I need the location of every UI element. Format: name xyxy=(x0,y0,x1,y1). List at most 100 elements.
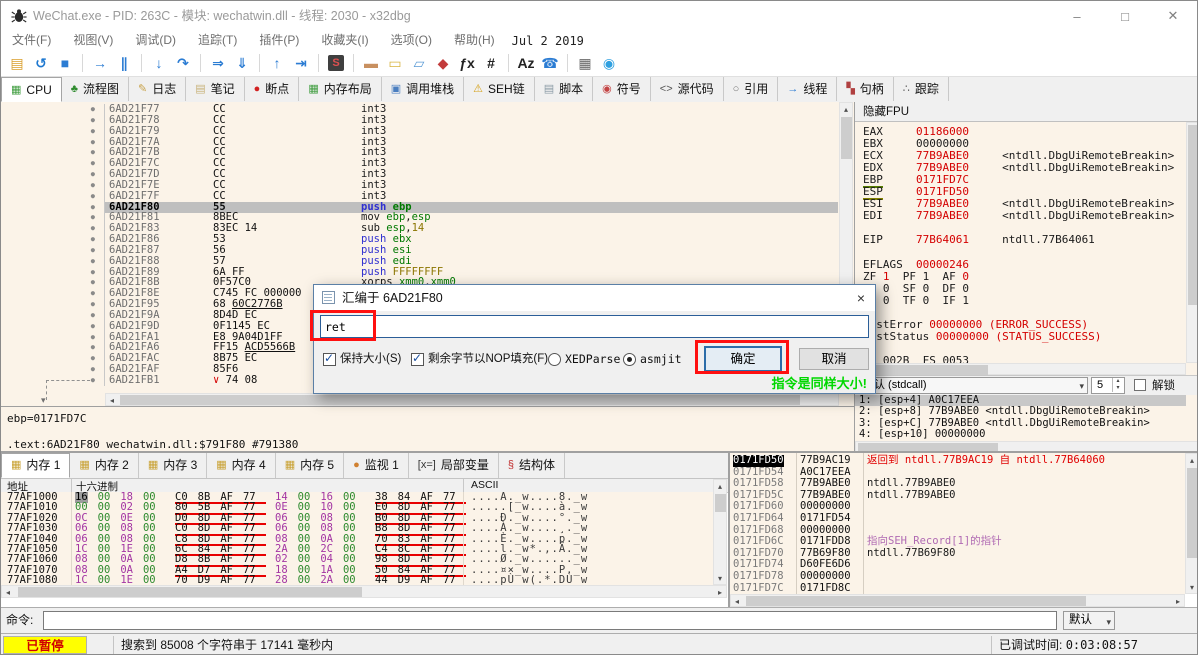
register-line[interactable]: EDI 77B9ABE0 <ntdll.DbgUiRemoteBreakin> xyxy=(863,210,1185,222)
stack-row[interactable]: 0171FD5877B9ABE0ntdll.77B9ABE0 xyxy=(730,478,1185,490)
menu-plugins[interactable]: 插件(P) xyxy=(248,31,310,50)
xedparse-radio[interactable] xyxy=(548,353,561,366)
restart-icon[interactable]: ↺ xyxy=(31,53,51,73)
argument-line[interactable]: 4: [esp+10] 00000000 xyxy=(855,429,1186,440)
unlock-checkbox[interactable] xyxy=(1134,379,1146,391)
stack-row[interactable]: 0171FD5C77B9ABE0ntdll.77B9ABE0 xyxy=(730,490,1185,502)
pause-icon[interactable]: ∥ xyxy=(114,53,134,73)
scroll-down-arrow[interactable]: ▾ xyxy=(714,572,726,584)
breakpoint-dot[interactable]: ● xyxy=(1,223,105,234)
dump-bytes-group[interactable]: 28002A00 xyxy=(275,575,366,585)
stack-row[interactable]: 0171FD74D60FE6D6 xyxy=(730,559,1185,571)
scrollbar-thumb[interactable] xyxy=(18,587,362,597)
tab-graph[interactable]: ♣流程图 xyxy=(62,77,129,101)
menu-view[interactable]: 视图(V) xyxy=(62,31,124,50)
breakpoint-dot[interactable]: ● xyxy=(1,147,105,158)
tab-script[interactable]: ▤脚本 xyxy=(535,77,593,101)
menu-trace[interactable]: 追踪(T) xyxy=(187,31,248,50)
scroll-left-arrow[interactable]: ◂ xyxy=(731,595,743,607)
scroll-up-arrow[interactable]: ▴ xyxy=(1186,454,1198,466)
breakpoint-dot[interactable]: ● xyxy=(1,364,105,375)
register-line[interactable]: CF 0 TF 0 IF 1 xyxy=(863,295,1185,307)
menu-debug[interactable]: 调试(D) xyxy=(124,31,187,50)
menu-favourites[interactable]: 收藏夹(I) xyxy=(310,31,379,50)
tab-locals[interactable]: [x=]局部变量 xyxy=(409,453,499,478)
stack-horizontal-scrollbar[interactable]: ◂ ▸ xyxy=(730,594,1185,607)
tab-breakpoints[interactable]: ●断点 xyxy=(245,77,300,101)
breakpoint-dot[interactable]: ● xyxy=(1,104,105,115)
dump-row[interactable]: 77AF10801C001E0070D9AF7728002A0044D9AF77… xyxy=(1,575,713,585)
scroll-right-arrow[interactable]: ▸ xyxy=(1172,595,1184,607)
run-to-cursor-icon[interactable]: ⇒ xyxy=(208,53,228,73)
labels-icon[interactable]: ▱ xyxy=(409,53,429,73)
calling-convention-select[interactable]: 默认 (stdcall) ▾ xyxy=(858,377,1088,394)
menu-file[interactable]: 文件(F) xyxy=(1,31,62,50)
dump-bytes-group[interactable]: 1C001E00 xyxy=(75,575,166,585)
comments-icon[interactable]: ▭ xyxy=(385,53,405,73)
stack-row[interactable]: 0171FD54A0C17EEA xyxy=(730,467,1185,479)
attach-icon[interactable]: ☎ xyxy=(540,53,560,73)
dialog-close-icon[interactable]: × xyxy=(857,285,865,311)
scroll-up-arrow[interactable]: ▴ xyxy=(714,480,726,492)
tab-dump-2[interactable]: ▦内存 2 xyxy=(70,453,138,478)
breakpoint-dot[interactable]: ● xyxy=(1,180,105,191)
breakpoint-dot[interactable]: ● xyxy=(1,321,105,332)
breakpoint-dot[interactable]: ● xyxy=(1,115,105,126)
tab-dump-3[interactable]: ▦内存 3 xyxy=(139,453,207,478)
breakpoint-dot[interactable]: ● xyxy=(1,158,105,169)
maximize-button[interactable]: □ xyxy=(1101,1,1149,31)
step-out-icon[interactable]: ↑ xyxy=(267,53,287,73)
tab-dump-1[interactable]: ▦内存 1 xyxy=(1,453,70,478)
disasm-horizontal-scrollbar[interactable]: ◂ xyxy=(105,393,839,406)
tab-source[interactable]: <>源代码 xyxy=(651,77,724,101)
scrollbar-thumb[interactable] xyxy=(858,365,988,375)
breakpoint-dot[interactable]: ● xyxy=(1,267,105,278)
stepper-arrows-icon[interactable]: ▴▾ xyxy=(1112,378,1123,392)
stack-row[interactable]: 0171FD6C0171FDD8指向SEH_Record[1]的指针 xyxy=(730,536,1185,548)
registers-horizontal-scrollbar[interactable] xyxy=(855,363,1186,375)
breakpoint-dot[interactable]: ● xyxy=(1,212,105,223)
scylla-icon[interactable]: S xyxy=(328,55,344,71)
tab-cpu[interactable]: ▦CPU xyxy=(1,77,62,102)
scroll-left-arrow[interactable]: ◂ xyxy=(2,586,14,598)
args-depth-stepper[interactable]: 5 ▴▾ xyxy=(1091,377,1125,394)
globe-icon[interactable]: ◉ xyxy=(599,53,619,73)
dump-vertical-scrollbar[interactable]: ▴ ▾ xyxy=(713,479,727,585)
strings-icon[interactable]: Az xyxy=(516,53,536,73)
tab-log[interactable]: ✎日志 xyxy=(129,77,186,101)
breakpoint-dot[interactable]: ● xyxy=(1,256,105,267)
stack-row[interactable]: 0171FD6000000000 xyxy=(730,501,1185,513)
tab-handles[interactable]: ▚句柄 xyxy=(837,77,893,101)
tab-references[interactable]: ○引用 xyxy=(724,77,779,101)
step-over-icon[interactable]: ↷ xyxy=(173,53,193,73)
scroll-up-arrow[interactable]: ▴ xyxy=(840,103,852,115)
run-to-user-code-icon[interactable]: ⇥ xyxy=(291,53,311,73)
breakpoint-dot[interactable]: ● xyxy=(1,234,105,245)
scrollbar-thumb[interactable] xyxy=(1188,125,1198,305)
tab-memory-map[interactable]: ▦内存布局 xyxy=(299,77,381,101)
breakpoint-dot[interactable]: ● xyxy=(1,277,105,288)
scrollbar-thumb[interactable] xyxy=(746,596,1086,606)
tab-seh[interactable]: ⚠SEH链 xyxy=(464,77,535,101)
keep-size-checkbox[interactable]: ✓ xyxy=(323,353,336,366)
stack-row[interactable]: 0171FD7800000000 xyxy=(730,571,1185,583)
stack-row[interactable]: 0171FD7077B69F80ntdll.77B69F80 xyxy=(730,548,1185,560)
menu-options[interactable]: 选项(O) xyxy=(380,31,443,50)
breakpoint-dot[interactable]: ● xyxy=(1,342,105,353)
scrollbar-thumb[interactable] xyxy=(841,117,852,159)
breakpoint-dot[interactable]: ● xyxy=(1,169,105,180)
scroll-left-arrow[interactable]: ◂ xyxy=(106,394,118,406)
breakpoint-dot[interactable]: ● xyxy=(1,310,105,321)
assemble-instruction-input[interactable] xyxy=(320,315,869,338)
tab-symbols[interactable]: ◉符号 xyxy=(593,77,651,101)
breakpoint-dot[interactable]: ● xyxy=(1,245,105,256)
breakpoint-dot[interactable]: ● xyxy=(1,202,105,213)
dump-bytes-group[interactable]: 44D9AF77 xyxy=(375,575,466,585)
scroll-down-arrow[interactable]: ▾ xyxy=(1186,581,1198,593)
tab-dump-4[interactable]: ▦内存 4 xyxy=(207,453,275,478)
hash-icon[interactable]: # xyxy=(481,53,501,73)
fill-nop-checkbox[interactable]: ✓ xyxy=(411,353,424,366)
stack-row[interactable]: 0171FD7C0171FD8C xyxy=(730,583,1185,594)
stack-row[interactable]: 0171FD640171FD54 xyxy=(730,513,1185,525)
register-line[interactable]: LastStatus 00000000 (STATUS_SUCCESS) xyxy=(863,331,1185,343)
